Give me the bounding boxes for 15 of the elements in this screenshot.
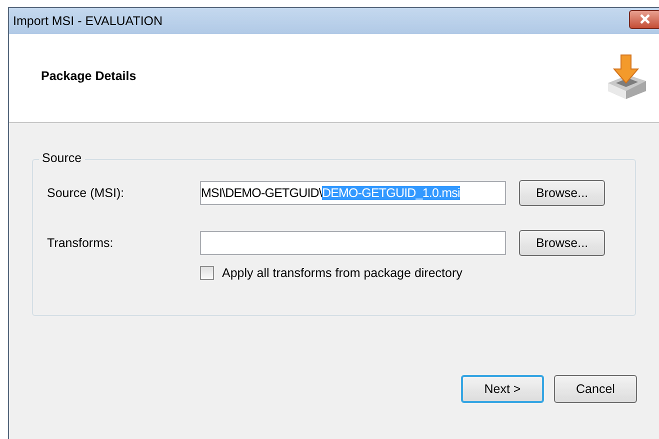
field-label: Transforms:: [46, 236, 114, 250]
field-label: Source (MSI):: [46, 186, 126, 200]
browse-button[interactable]: Browse...: [519, 180, 605, 206]
group-title: Source: [39, 151, 85, 165]
dialog-button[interactable]: Cancel: [554, 375, 637, 403]
close-button[interactable]: [629, 10, 659, 28]
checkbox-label: Apply all transforms from package directory: [222, 266, 462, 280]
dialog-button[interactable]: Next >: [461, 375, 544, 403]
close-icon: [639, 14, 651, 24]
window-title: Import MSI - EVALUATION: [13, 14, 163, 28]
browse-button[interactable]: Browse...: [519, 230, 605, 256]
page-title: Package Details: [41, 69, 136, 83]
checkbox[interactable]: [200, 266, 214, 280]
source-field[interactable]: MSI\DEMO-GETGUID\DEMO-GETGUID_1.0.msi: [200, 181, 506, 205]
transforms-field[interactable]: [200, 231, 506, 255]
